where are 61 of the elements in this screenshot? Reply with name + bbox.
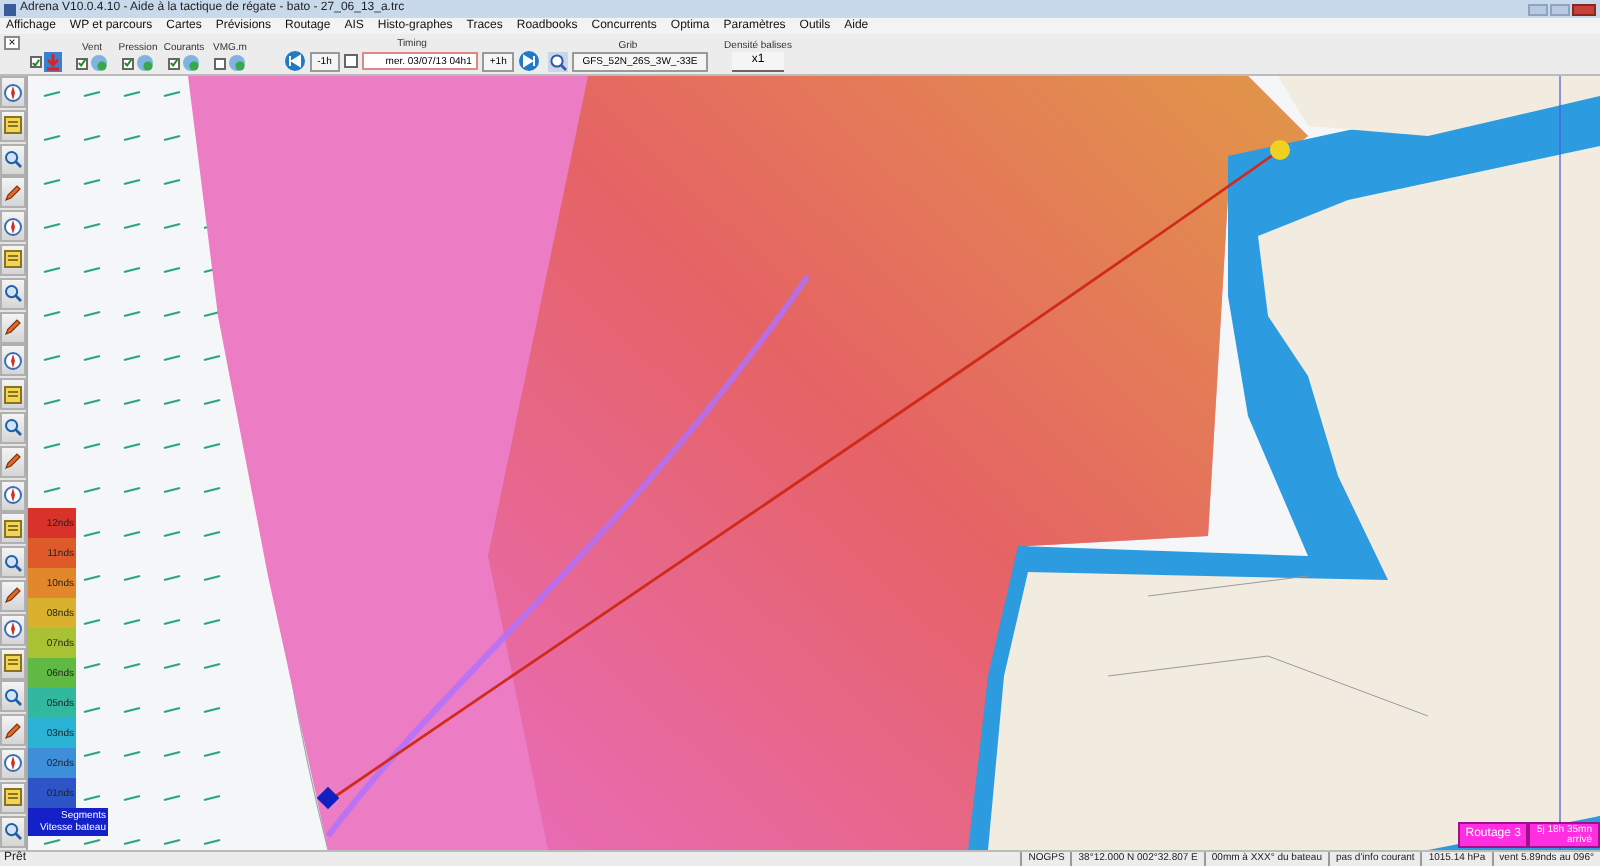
tool-button[interactable]	[0, 680, 26, 713]
tool-button[interactable]	[0, 277, 26, 310]
search-icon	[4, 687, 22, 706]
compass-icon	[4, 217, 22, 236]
compass-icon	[4, 486, 22, 505]
tool-button[interactable]	[0, 647, 26, 680]
layer-checkbox[interactable]	[214, 57, 226, 69]
tool-button[interactable]	[0, 76, 26, 108]
pencil-icon	[4, 721, 22, 740]
tool-button[interactable]	[0, 210, 26, 243]
tool-button[interactable]	[0, 176, 26, 209]
compass-icon	[4, 620, 22, 639]
skip-back-icon[interactable]	[283, 50, 306, 72]
layer-checkbox[interactable]	[76, 57, 88, 69]
pencil-icon	[4, 318, 22, 337]
tool-button[interactable]	[0, 747, 26, 780]
pencil-icon	[4, 183, 22, 202]
search-icon	[4, 418, 22, 437]
globe-icon[interactable]	[90, 54, 108, 72]
tool-button[interactable]	[0, 781, 26, 814]
app-icon	[4, 3, 16, 15]
note-icon	[4, 519, 22, 538]
note-icon	[4, 385, 22, 404]
tool-button[interactable]	[0, 378, 26, 411]
note-icon	[4, 654, 22, 673]
compass-icon	[4, 351, 22, 370]
skip-forward-icon[interactable]	[518, 50, 541, 72]
compass-icon	[4, 754, 22, 773]
compass-icon	[4, 83, 22, 101]
note-icon	[4, 250, 22, 269]
search-icon	[4, 553, 22, 572]
search-icon	[4, 150, 22, 169]
pencil-icon	[4, 452, 22, 471]
tool-button[interactable]	[0, 344, 26, 377]
globe-icon[interactable]	[182, 54, 200, 72]
layer-checkbox[interactable]	[122, 57, 134, 69]
tool-button[interactable]	[0, 411, 26, 444]
search-icon	[4, 822, 22, 841]
globe-icon[interactable]	[228, 54, 246, 72]
tool-button[interactable]	[0, 579, 26, 612]
tool-button[interactable]	[0, 311, 26, 344]
dropdown-toggle[interactable]	[343, 54, 358, 68]
layer-checkbox[interactable]	[168, 57, 180, 69]
close-button[interactable]	[1572, 3, 1596, 15]
tool-button[interactable]	[0, 243, 26, 276]
note-icon	[4, 788, 22, 807]
pencil-icon	[4, 586, 22, 605]
tool-button[interactable]	[0, 109, 26, 142]
tool-button[interactable]	[0, 613, 26, 646]
search-icon	[4, 284, 22, 303]
search-icon[interactable]	[548, 52, 569, 72]
tool-button[interactable]	[0, 445, 26, 478]
layer-checkbox[interactable]	[30, 56, 42, 68]
tool-button[interactable]	[0, 815, 26, 848]
note-icon	[4, 116, 22, 135]
globe-icon[interactable]	[136, 54, 154, 72]
tool-button[interactable]	[0, 512, 26, 545]
tool-button[interactable]	[0, 479, 26, 512]
tool-button[interactable]	[0, 143, 26, 176]
tool-button[interactable]	[0, 546, 26, 579]
tool-button[interactable]	[0, 714, 26, 747]
